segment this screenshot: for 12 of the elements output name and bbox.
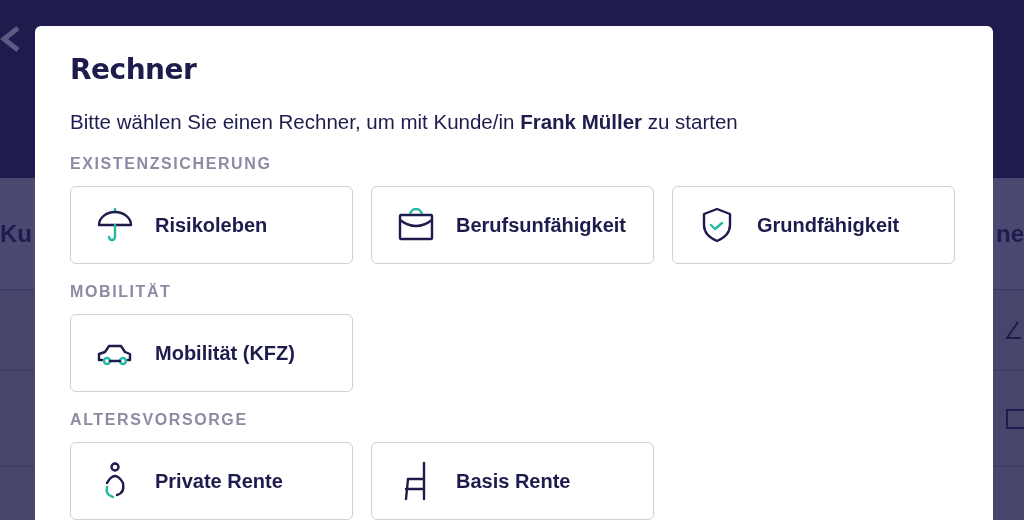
calculator-card[interactable]: Mobilität (KFZ) xyxy=(70,314,353,392)
dialog-title: Rechner xyxy=(70,52,198,88)
section-heading: EXISTENZSICHERUNG xyxy=(70,154,273,174)
calculator-card[interactable]: Grundfähigkeit xyxy=(672,186,955,264)
calculator-card[interactable]: Private Rente xyxy=(70,442,353,520)
dialog-intro: Bitte wählen Sie einen Rechner, um mit Kunde/in Frank Müller zu starten xyxy=(70,109,739,135)
chevron-logo-icon xyxy=(0,26,22,52)
calculator-card[interactable]: Berufsunfähigkeit xyxy=(371,186,654,264)
calculator-card[interactable]: Basis Rente xyxy=(371,442,654,520)
section-heading: MOBILITÄT xyxy=(70,282,173,302)
calculator-card[interactable]: Risikoleben xyxy=(70,186,353,264)
section-heading: ALTERSVORSORGE xyxy=(70,410,249,430)
